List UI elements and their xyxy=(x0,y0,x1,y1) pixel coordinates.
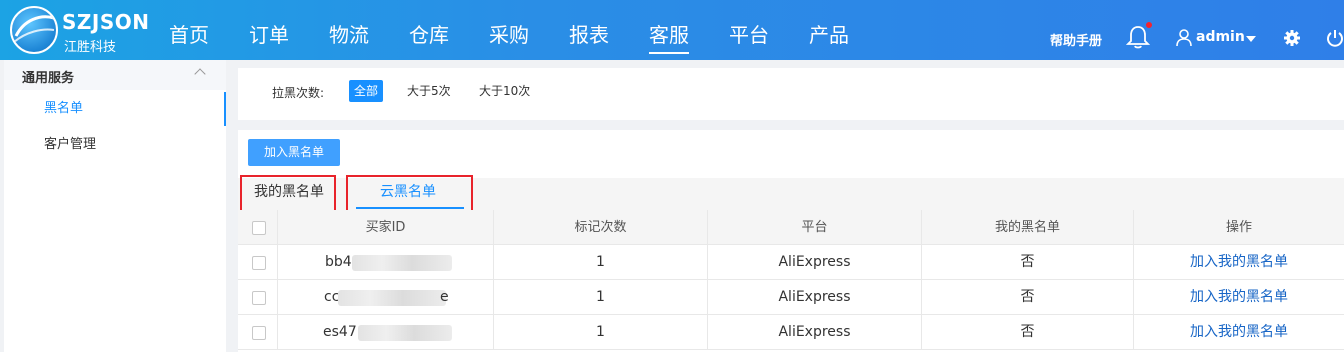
highlight-box-cloud-blacklist xyxy=(346,175,473,215)
row-checkbox[interactable] xyxy=(252,326,266,340)
nav-item-reports[interactable]: 报表 xyxy=(569,22,609,48)
filter-option-over-5[interactable]: 大于5次 xyxy=(402,80,456,102)
table-row: cc e 1 AliExpress 否 加入我的黑名单 xyxy=(238,280,1344,315)
filter-label: 拉黑次数: xyxy=(272,86,325,100)
platform-cell: AliExpress xyxy=(708,280,922,315)
notification-dot xyxy=(1146,22,1152,28)
mark-count-cell: 1 xyxy=(494,245,708,280)
select-all-cell xyxy=(238,210,278,245)
mark-count-cell: 1 xyxy=(494,315,708,350)
buyer-id-cell: es47 xyxy=(278,315,494,350)
nav-item-purchasing[interactable]: 采购 xyxy=(489,22,529,48)
buyer-id-visible-prefix: bb4 xyxy=(325,254,352,270)
select-all-checkbox[interactable] xyxy=(252,221,266,235)
nav-item-logistics[interactable]: 物流 xyxy=(329,22,369,48)
add-to-my-blacklist-link[interactable]: 加入我的黑名单 xyxy=(1134,280,1344,315)
my-blacklist-cell: 否 xyxy=(922,245,1134,280)
main-panel: 加入黑名单 我的黑名单 云黑名单 买家ID 标记次数 平台 我的黑名单 操作 b… xyxy=(238,130,1344,352)
redacted-id-blur xyxy=(358,325,452,341)
nav-item-warehouse[interactable]: 仓库 xyxy=(409,22,449,48)
my-blacklist-cell: 否 xyxy=(922,315,1134,350)
sidebar-item-customer-management[interactable]: 客户管理 xyxy=(4,128,226,162)
platform-cell: AliExpress xyxy=(708,315,922,350)
buyer-id-visible-suffix: e xyxy=(440,289,449,305)
buyer-id-visible-prefix: es47 xyxy=(323,324,357,340)
redacted-id-blur xyxy=(352,255,452,271)
table-header-row: 买家ID 标记次数 平台 我的黑名单 操作 xyxy=(238,210,1344,245)
help-manual-link[interactable]: 帮助手册 xyxy=(1050,30,1102,49)
sidebar-group-general-services[interactable]: 通用服务 xyxy=(4,60,226,90)
user-menu[interactable]: admin xyxy=(1196,29,1245,45)
gear-icon[interactable] xyxy=(1283,29,1301,47)
row-select-cell xyxy=(238,245,278,280)
nav-item-customer-service[interactable]: 客服 xyxy=(649,22,689,54)
row-checkbox[interactable] xyxy=(252,291,266,305)
nav-item-home[interactable]: 首页 xyxy=(169,22,209,48)
platform-cell: AliExpress xyxy=(708,245,922,280)
user-icon[interactable] xyxy=(1176,29,1192,47)
header-platform[interactable]: 平台 xyxy=(708,210,922,245)
header-buyer-id[interactable]: 买家ID xyxy=(278,210,494,245)
power-icon[interactable] xyxy=(1326,28,1344,48)
table-row: es47 1 AliExpress 否 加入我的黑名单 xyxy=(238,315,1344,350)
caret-down-icon[interactable] xyxy=(1246,36,1256,42)
brand-name: SZJSON xyxy=(62,10,150,34)
add-to-my-blacklist-link[interactable]: 加入我的黑名单 xyxy=(1134,315,1344,350)
add-to-blacklist-button[interactable]: 加入黑名单 xyxy=(248,139,340,166)
header-my-blacklist[interactable]: 我的黑名单 xyxy=(922,210,1134,245)
chevron-up-icon xyxy=(194,68,206,80)
logo[interactable]: SZJSON 江胜科技 xyxy=(6,4,156,56)
redacted-id-blur xyxy=(338,290,446,306)
nav-item-orders[interactable]: 订单 xyxy=(249,22,289,48)
buyer-id-cell: bb4 xyxy=(278,245,494,280)
my-blacklist-cell: 否 xyxy=(922,280,1134,315)
row-select-cell xyxy=(238,315,278,350)
filter-option-all[interactable]: 全部 xyxy=(349,80,384,102)
highlight-box-my-blacklist xyxy=(240,175,336,215)
nav-item-platform[interactable]: 平台 xyxy=(729,22,769,48)
table-row: bb4 1 AliExpress 否 加入我的黑名单 xyxy=(238,245,1344,280)
header-actions: 操作 xyxy=(1225,220,1252,235)
row-select-cell xyxy=(238,280,278,315)
sidebar-group-title: 通用服务 xyxy=(22,71,75,86)
add-to-my-blacklist-link[interactable]: 加入我的黑名单 xyxy=(1134,245,1344,280)
nav-item-products[interactable]: 产品 xyxy=(809,22,849,48)
logo-icon xyxy=(10,6,58,54)
row-checkbox[interactable] xyxy=(252,256,266,270)
sidebar-item-blacklist[interactable]: 黑名单 xyxy=(4,92,226,126)
filter-panel: 拉黑次数: 全部 大于5次 大于10次 xyxy=(238,68,1344,120)
sidebar: 通用服务 黑名单 客户管理 xyxy=(4,60,226,352)
filter-option-over-10[interactable]: 大于10次 xyxy=(474,80,535,102)
mark-count-cell: 1 xyxy=(494,280,708,315)
buyer-id-cell: cc e xyxy=(278,280,494,315)
bell-icon[interactable] xyxy=(1125,24,1151,50)
brand-subtitle: 江胜科技 xyxy=(64,40,117,55)
header-mark-count[interactable]: 标记次数 xyxy=(494,210,708,245)
top-header: SZJSON 江胜科技 首页 订单 物流 仓库 采购 报表 客服 平台 产品 帮… xyxy=(0,0,1344,60)
